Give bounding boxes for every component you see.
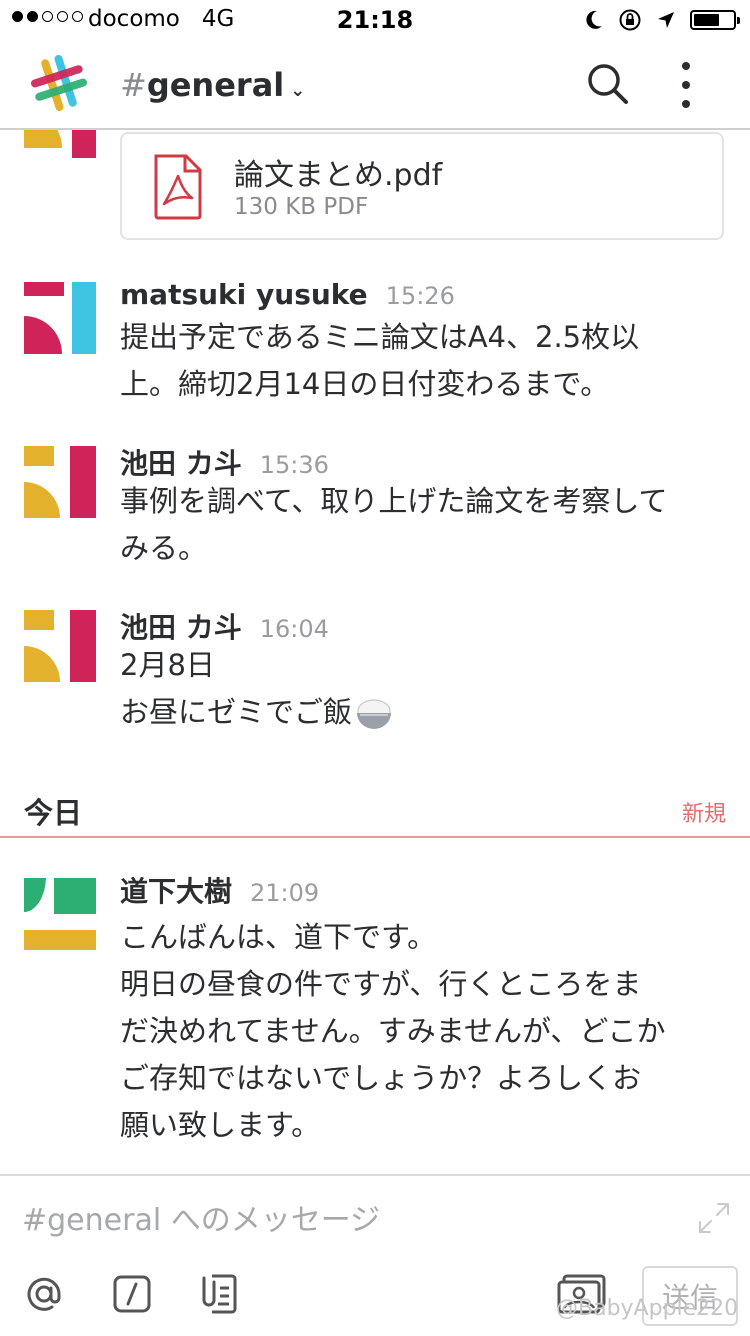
avatar[interactable] [24,282,96,354]
message-sender[interactable]: 池田 カ斗 15:36 [120,442,329,482]
day-divider: 今日 新規 [0,790,750,838]
message-body: 事例を調べて、取り上げた論文を考察して みる。 [120,484,668,565]
avatar[interactable] [24,130,96,192]
avatar[interactable] [24,878,96,950]
message-sender[interactable]: 池田 カ斗 16:04 [120,606,329,646]
rice-bowl-icon [357,699,392,729]
message-feed[interactable]: 論文まとめ.pdf 130 KB PDF matsuki yusuke 15:26… [0,130,750,1174]
pdf-file-icon [154,154,202,220]
message-timestamp: 15:26 [385,282,455,310]
status-bar: docomo 4G 21:18 [0,0,750,40]
file-attachment[interactable]: 論文まとめ.pdf 130 KB PDF [120,132,724,240]
slack-logo[interactable] [30,54,88,112]
orientation-lock-icon [619,9,641,31]
file-meta: 130 KB PDF [234,194,369,220]
message-sender[interactable]: matsuki yusuke 15:26 [120,278,455,311]
mention-icon[interactable] [22,1272,66,1316]
message-timestamp: 21:09 [250,879,320,907]
location-arrow-icon [658,12,674,28]
avatar[interactable] [24,446,96,518]
message-body: 提出予定であるミニ論文はA4、2.5枚以 上。締切2月14日の日付変わるまで。 [120,320,640,401]
battery-icon [690,10,740,30]
day-label: 今日 [24,796,83,830]
message-body: こんばんは、道下です。 明日の昼食の件ですが、行くところをま だ決めれてません。… [120,920,666,1142]
chevron-down-icon[interactable]: ⌄ [290,80,305,101]
channel-header: #general ⌄ [0,40,750,130]
more-vertical-icon[interactable] [666,62,706,108]
expand-icon[interactable] [696,1200,732,1236]
message-input[interactable] [22,1194,682,1246]
moon-icon [586,10,602,29]
watermark: @BabyApple220 [556,1296,739,1321]
search-icon[interactable] [584,60,632,108]
message-sender[interactable]: 道下大樹 21:09 [120,870,319,910]
avatar[interactable] [24,610,96,682]
file-attach-icon[interactable] [198,1272,242,1316]
new-messages-label: 新規 [681,802,726,827]
message-body: 2月8日 お昼にゼミでご飯 [120,642,732,736]
message-timestamp: 16:04 [259,615,329,643]
slash-command-icon[interactable] [110,1272,154,1316]
file-name: 論文まとめ.pdf [234,158,443,193]
message-timestamp: 15:36 [259,451,329,479]
channel-title[interactable]: #general ⌄ [120,66,305,104]
